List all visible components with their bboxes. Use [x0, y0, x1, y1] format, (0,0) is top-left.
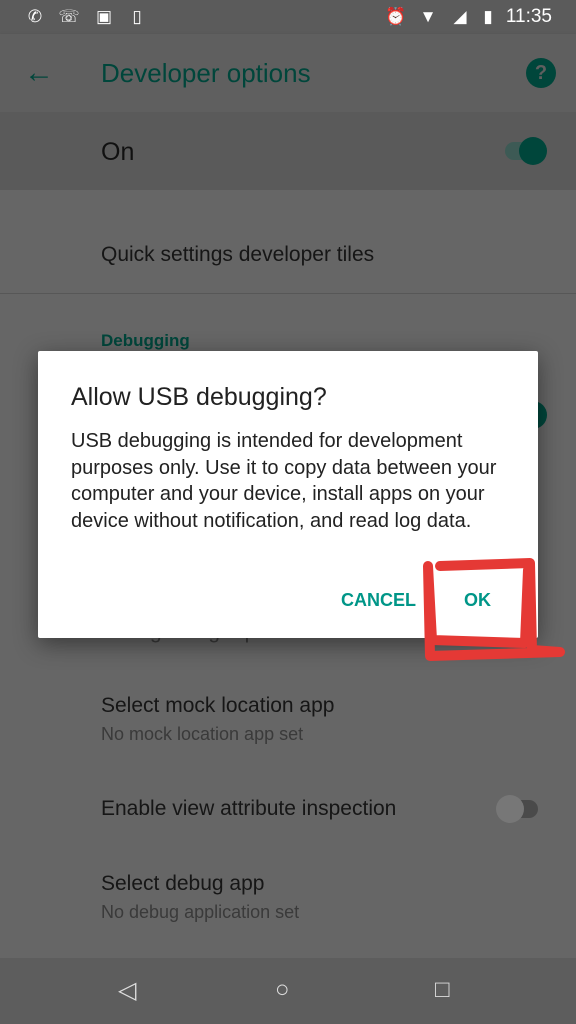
back-nav-icon[interactable]: ◁ — [118, 976, 136, 1005]
missed-call-icon: ☏ — [58, 7, 80, 26]
whatsapp-icon: ✆ — [27, 7, 43, 26]
view-attr-title[interactable]: Enable view attribute inspection — [101, 797, 396, 821]
image-icon: ▣ — [95, 7, 113, 26]
ok-button[interactable]: OK — [464, 590, 491, 611]
phone-alert-icon: ▯ — [132, 7, 142, 26]
clock: 11:35 — [505, 6, 552, 27]
help-icon[interactable]: ? — [526, 58, 556, 88]
cancel-button[interactable]: CANCEL — [341, 590, 416, 611]
battery-charging-icon: ▮ — [483, 7, 493, 26]
mock-location-title[interactable]: Select mock location app — [101, 694, 334, 718]
dialog-title: Allow USB debugging? — [71, 383, 327, 411]
divider — [0, 293, 576, 294]
dialog-body: USB debugging is intended for developmen… — [71, 430, 497, 532]
arrow-back-icon[interactable]: ← — [24, 56, 54, 90]
signal-icon: ◢ — [453, 7, 467, 26]
navigation-bar: ◁ ○ □ — [0, 958, 576, 1024]
debugging-header: Debugging — [101, 331, 190, 350]
app-bar: ← Developer options ? — [0, 34, 576, 112]
master-switch-label: On — [101, 138, 135, 166]
mock-location-subtitle: No mock location app set — [101, 724, 304, 744]
debug-app-subtitle: No debug application set — [101, 902, 300, 922]
status-bar: ✆ ☏ ▣ ▯ ⏰ ▼ ◢ ▮ 11:35 — [0, 0, 576, 34]
alarm-icon: ⏰ — [385, 7, 407, 26]
master-switch-bar[interactable]: On — [0, 112, 576, 190]
usb-debugging-dialog: Allow USB debugging? USB debugging is in… — [38, 351, 538, 638]
wifi-icon: ▼ — [419, 7, 437, 26]
page-title: Developer options — [101, 58, 311, 88]
master-toggle[interactable] — [505, 137, 547, 165]
debug-app-title[interactable]: Select debug app — [101, 872, 264, 896]
quick-settings-tiles-item[interactable]: Quick settings developer tiles — [101, 243, 374, 267]
recents-nav-icon[interactable]: □ — [435, 976, 450, 1004]
view-attr-toggle[interactable] — [496, 795, 538, 823]
home-nav-icon[interactable]: ○ — [275, 976, 290, 1004]
